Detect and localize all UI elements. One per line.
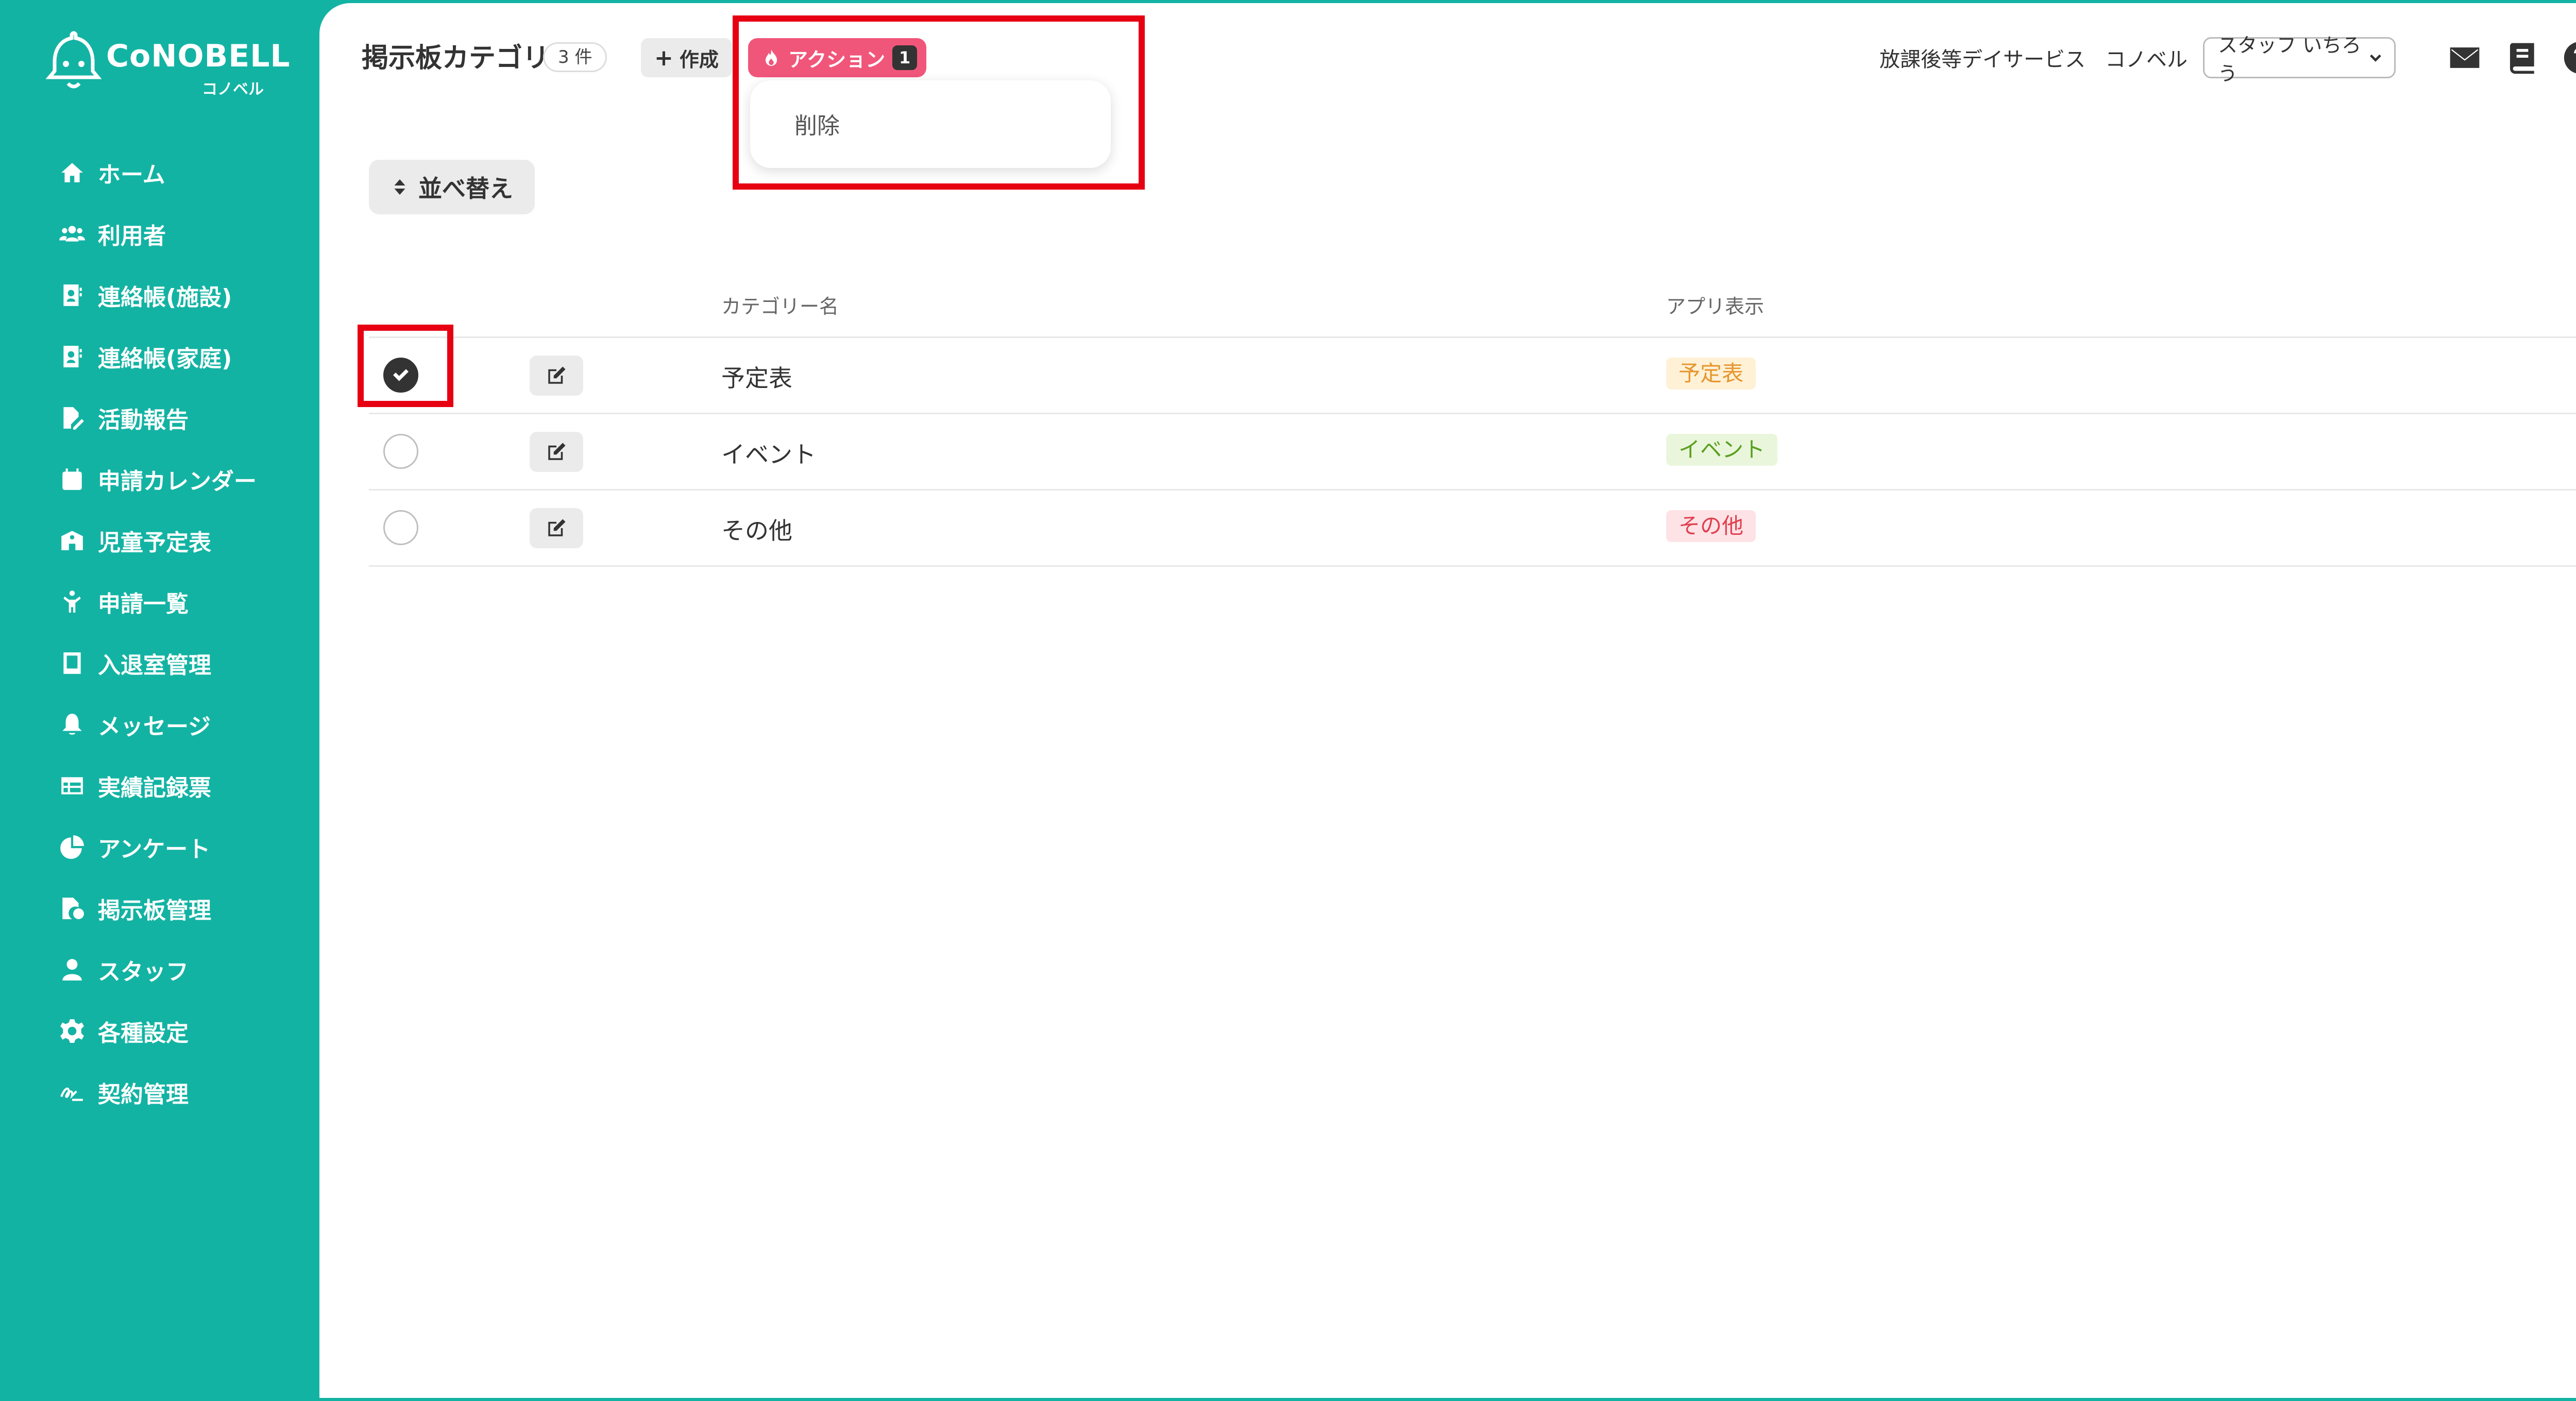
sidebar-item-messages[interactable]: メッセージ xyxy=(0,694,319,755)
brand-sub: コノベル xyxy=(202,80,264,98)
sidebar-item-label: 利用者 xyxy=(98,223,166,249)
contact-book-icon xyxy=(58,281,87,310)
users-icon xyxy=(58,220,87,248)
category-table: カテゴリー名 アプリ表示 予定表 予定表 イベント イベント その他 その他 xyxy=(369,271,2576,567)
brand-logo[interactable]: CoNOBELL コノベル xyxy=(45,30,290,98)
sidebar-item-label: 各種設定 xyxy=(98,1020,189,1046)
report-icon xyxy=(58,403,87,432)
sidebar-item-label: 連絡帳(施設) xyxy=(98,284,232,311)
sidebar-item-label: メッセージ xyxy=(98,713,211,740)
create-button[interactable]: + 作成 xyxy=(641,38,732,77)
sidebar-item-survey[interactable]: アンケート xyxy=(0,816,319,877)
row-checkbox[interactable] xyxy=(383,434,418,469)
signature-icon xyxy=(58,1078,87,1107)
table-row: その他 その他 xyxy=(369,491,2576,567)
category-name: 予定表 xyxy=(721,364,792,392)
contact-book-icon xyxy=(58,342,87,371)
header-right: 放課後等デイサービス コノベル スタッフ いちろう xyxy=(1879,34,2576,85)
table-icon xyxy=(58,771,87,800)
highlight-box-action-menu xyxy=(733,15,1145,190)
category-name: その他 xyxy=(721,517,792,545)
table-header: カテゴリー名 アプリ表示 xyxy=(369,271,2576,338)
sidebar-nav: ホーム 利用者 連絡帳(施設) 連絡帳(家庭) 活動報告 申請カレンダー 児童予… xyxy=(0,142,319,1123)
plus-icon: + xyxy=(654,44,673,71)
sidebar-item-contact-facility[interactable]: 連絡帳(施設) xyxy=(0,264,319,326)
app-display-tag: その他 xyxy=(1666,510,1756,542)
sort-icon xyxy=(394,179,405,195)
sidebar-item-request-calendar[interactable]: 申請カレンダー xyxy=(0,448,319,510)
table-row: イベント イベント xyxy=(369,414,2576,491)
sidebar-item-label: 児童予定表 xyxy=(98,529,211,556)
sidebar-item-activity-report[interactable]: 活動報告 xyxy=(0,387,319,448)
user-select[interactable]: スタッフ いちろう xyxy=(2203,34,2396,85)
sidebar-item-board-management[interactable]: 掲示板管理 xyxy=(0,877,319,939)
sidebar: CoNOBELL コノベル ホーム 利用者 連絡帳(施設) 連絡帳(家庭) 活動… xyxy=(0,0,319,1401)
app-display-tag: 予定表 xyxy=(1666,358,1756,390)
staff-icon xyxy=(58,955,87,984)
edit-icon xyxy=(548,443,566,460)
home-icon xyxy=(58,158,87,187)
help-icon[interactable] xyxy=(2563,40,2576,75)
calendar-icon xyxy=(58,465,87,494)
sidebar-item-staff[interactable]: スタッフ xyxy=(0,939,319,1000)
edit-button[interactable] xyxy=(530,432,583,472)
sidebar-item-label: 掲示板管理 xyxy=(98,897,211,924)
sidebar-item-home[interactable]: ホーム xyxy=(0,142,319,203)
sidebar-item-label: 入退室管理 xyxy=(98,652,211,679)
org-short-name: コノベル xyxy=(2105,48,2188,72)
sort-button[interactable]: 並べ替え xyxy=(369,160,535,214)
sidebar-item-entry-exit[interactable]: 入退室管理 xyxy=(0,632,319,694)
sidebar-item-label: スタッフ xyxy=(98,958,189,985)
sort-button-label: 並べ替え xyxy=(418,175,513,202)
gear-icon xyxy=(58,1017,87,1045)
child-icon xyxy=(58,587,87,616)
sidebar-item-child-schedule[interactable]: 児童予定表 xyxy=(0,510,319,571)
tablet-icon xyxy=(58,649,87,678)
count-badge: 3 件 xyxy=(543,42,607,72)
edit-button[interactable] xyxy=(530,356,583,396)
main-panel: 掲示板カテゴリ 3 件 + 作成 アクション 1 削除 並べ替え 放課後等デイサ… xyxy=(319,3,2576,1398)
school-icon xyxy=(58,526,87,555)
sidebar-item-label: 活動報告 xyxy=(98,407,189,433)
mail-icon[interactable] xyxy=(2447,40,2482,75)
table-row: 予定表 予定表 xyxy=(369,338,2576,414)
sidebar-item-label: ホーム xyxy=(98,161,165,188)
sidebar-item-settings[interactable]: 各種設定 xyxy=(0,1000,319,1061)
user-select-value: スタッフ いちろう xyxy=(2218,34,2362,85)
brand-name: CoNOBELL xyxy=(106,38,291,74)
app-display-tag: イベント xyxy=(1666,434,1778,466)
edit-icon xyxy=(548,366,566,384)
sidebar-item-label: 実績記録票 xyxy=(98,774,211,801)
column-header-app-display: アプリ表示 xyxy=(1666,295,1765,318)
org-name: 放課後等デイサービス xyxy=(1879,48,2086,72)
book-icon[interactable] xyxy=(2505,40,2540,75)
sidebar-item-label: 契約管理 xyxy=(98,1081,189,1108)
create-button-label: 作成 xyxy=(679,48,719,71)
sidebar-item-label: 申請一覧 xyxy=(98,590,189,617)
category-name: イベント xyxy=(721,441,816,468)
sidebar-item-contact-home[interactable]: 連絡帳(家庭) xyxy=(0,326,319,387)
row-checkbox[interactable] xyxy=(383,510,418,545)
sidebar-item-label: 連絡帳(家庭) xyxy=(98,345,232,372)
chevron-down-icon xyxy=(2370,54,2382,62)
board-icon xyxy=(58,894,87,923)
highlight-box-checkbox xyxy=(358,325,453,407)
bell-logo-icon xyxy=(45,31,102,89)
sidebar-item-users[interactable]: 利用者 xyxy=(0,203,319,264)
sidebar-item-label: 申請カレンダー xyxy=(98,468,257,495)
page-title: 掲示板カテゴリ xyxy=(362,43,550,74)
bell-icon xyxy=(58,710,87,739)
sidebar-item-label: アンケート xyxy=(98,836,211,863)
column-header-name: カテゴリー名 xyxy=(721,295,839,318)
app-frame: CoNOBELL コノベル ホーム 利用者 連絡帳(施設) 連絡帳(家庭) 活動… xyxy=(0,0,2576,1401)
sidebar-item-records[interactable]: 実績記録票 xyxy=(0,755,319,816)
sidebar-item-contracts[interactable]: 契約管理 xyxy=(0,1061,319,1123)
edit-icon xyxy=(548,519,566,536)
edit-button[interactable] xyxy=(530,508,583,548)
sidebar-item-request-list[interactable]: 申請一覧 xyxy=(0,571,319,632)
pie-chart-icon xyxy=(58,833,87,862)
